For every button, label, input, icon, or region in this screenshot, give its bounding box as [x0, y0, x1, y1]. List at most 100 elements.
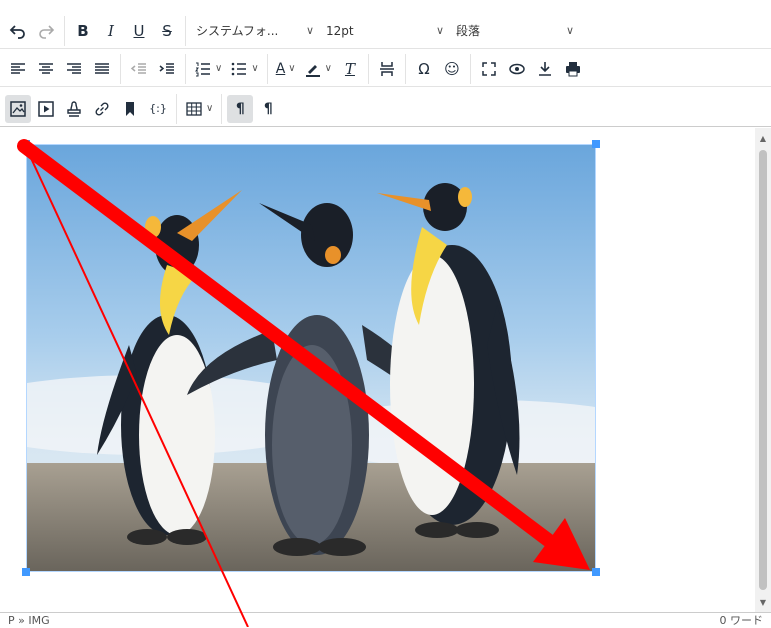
history-group — [0, 15, 65, 46]
chevron-down-icon: ∨ — [305, 24, 314, 37]
table-icon — [186, 101, 202, 116]
outdent-button[interactable] — [126, 55, 152, 83]
table-button[interactable]: ∨ — [182, 95, 216, 123]
selected-image[interactable] — [26, 144, 596, 572]
align-justify-button[interactable] — [89, 55, 115, 83]
view-group — [471, 54, 591, 84]
text-color-button[interactable]: A ∨ — [273, 55, 299, 83]
stamp-button[interactable] — [61, 95, 87, 123]
highlight-button[interactable]: ∨ — [301, 55, 335, 83]
strikethrough-button[interactable]: S — [154, 17, 180, 45]
numbered-list-button[interactable]: ∨ — [191, 55, 225, 83]
undo-button[interactable] — [5, 17, 31, 45]
font-size-value: 12pt — [326, 23, 354, 38]
bookmark-button[interactable] — [117, 95, 143, 123]
link-button[interactable] — [89, 95, 115, 123]
align-right-icon — [67, 62, 81, 74]
align-left-button[interactable] — [5, 55, 31, 83]
align-center-icon — [39, 62, 53, 74]
code-sample-button[interactable]: {:} — [145, 95, 171, 123]
italic-button[interactable]: I — [98, 17, 124, 45]
block-format-value: 段落 — [456, 24, 481, 38]
indent-icon — [159, 62, 174, 74]
print-button[interactable] — [560, 55, 586, 83]
image-icon — [10, 100, 26, 117]
numbered-list-icon — [195, 62, 210, 76]
text-color-icon: A — [275, 60, 286, 77]
link-icon — [95, 101, 109, 116]
align-center-button[interactable] — [33, 55, 59, 83]
resize-handle-bottom-right[interactable] — [592, 568, 600, 576]
resize-handle-bottom-left[interactable] — [22, 568, 30, 576]
rtl-button[interactable]: ¶ — [255, 95, 281, 123]
align-right-button[interactable] — [61, 55, 87, 83]
chevron-down-icon: ∨ — [251, 63, 259, 74]
print-icon — [565, 61, 580, 76]
font-family-select[interactable]: システムフォ... ∨ — [190, 17, 320, 45]
align-group — [0, 53, 121, 84]
clear-format-icon: T — [344, 59, 355, 78]
scroll-up-icon[interactable]: ▲ — [755, 130, 771, 146]
bullet-list-button[interactable]: ∨ — [227, 55, 261, 83]
insert-group: {:} — [0, 93, 177, 124]
fullscreen-button[interactable] — [476, 55, 502, 83]
indent-button[interactable] — [154, 55, 180, 83]
word-count[interactable]: 0 ワード — [720, 612, 764, 628]
font-family-value: システムフォ... — [196, 24, 279, 38]
chevron-down-icon: ∨ — [206, 103, 214, 114]
media-button[interactable] — [33, 95, 59, 123]
resize-handle-top-left[interactable] — [22, 140, 30, 148]
insert-char-group: Ω ☺ — [406, 53, 471, 84]
chevron-down-icon: ∨ — [215, 63, 223, 74]
chevron-down-icon: ∨ — [288, 63, 296, 74]
page-break-button[interactable] — [374, 55, 400, 83]
bookmark-icon — [126, 101, 134, 116]
element-path[interactable]: P » IMG — [8, 614, 50, 627]
scrollbar-thumb[interactable] — [759, 150, 767, 590]
scroll-down-icon[interactable]: ▼ — [755, 594, 771, 610]
toolbar-row-3: {:} ∨ ¶ ¶ — [0, 91, 771, 127]
toolbar-row-1: B I U S システムフォ... ∨ 12pt ∨ 段落 ∨ — [0, 13, 771, 49]
color-group: A ∨ ∨ T — [268, 53, 369, 84]
underline-button[interactable]: U — [126, 17, 152, 45]
undo-icon — [9, 24, 25, 39]
bold-button[interactable]: B — [70, 17, 96, 45]
clear-formatting-button[interactable]: T — [337, 55, 363, 83]
penguin-photo — [27, 145, 595, 571]
highlight-icon — [305, 64, 320, 77]
redo-button[interactable] — [33, 17, 59, 45]
toolbar-row-2: ∨ ∨ A ∨ ∨ T Ω ☺ — [0, 51, 771, 87]
rtl-icon: ¶ — [263, 100, 273, 117]
rich-text-editor: B I U S システムフォ... ∨ 12pt ∨ 段落 ∨ ∨ ∨ A ∨ … — [0, 0, 771, 627]
font-group: システムフォ... ∨ 12pt ∨ 段落 ∨ — [186, 16, 584, 46]
bullet-list-icon — [232, 62, 247, 75]
download-button[interactable] — [532, 55, 558, 83]
special-character-button[interactable]: Ω — [411, 55, 437, 83]
font-size-select[interactable]: 12pt ∨ — [320, 17, 450, 45]
preview-button[interactable] — [504, 55, 530, 83]
pagebreak-group — [369, 53, 406, 84]
status-bar: P » IMG 0 ワード — [0, 612, 771, 627]
image-button[interactable] — [5, 94, 31, 123]
redo-icon — [39, 24, 55, 39]
block-format-select[interactable]: 段落 ∨ — [450, 17, 580, 45]
list-group: ∨ ∨ — [186, 53, 268, 84]
editor-content[interactable] — [0, 128, 755, 612]
media-icon — [38, 100, 54, 117]
chevron-down-icon: ∨ — [435, 24, 444, 37]
chevron-down-icon: ∨ — [565, 24, 574, 37]
vertical-scrollbar[interactable]: ▲ ▼ — [755, 128, 771, 612]
stamp-icon — [67, 100, 81, 117]
ltr-button[interactable]: ¶ — [227, 94, 254, 123]
download-icon — [538, 61, 551, 76]
align-justify-icon — [95, 62, 109, 74]
resize-handle-top-right[interactable] — [592, 140, 600, 148]
indent-group — [121, 53, 186, 84]
fullscreen-icon — [482, 61, 496, 76]
emoticons-button[interactable]: ☺ — [439, 55, 465, 83]
format-group: B I U S — [65, 15, 186, 46]
direction-group: ¶ ¶ — [222, 94, 286, 124]
outdent-icon — [130, 62, 146, 74]
align-left-icon — [11, 62, 25, 74]
page-break-icon — [379, 61, 394, 76]
